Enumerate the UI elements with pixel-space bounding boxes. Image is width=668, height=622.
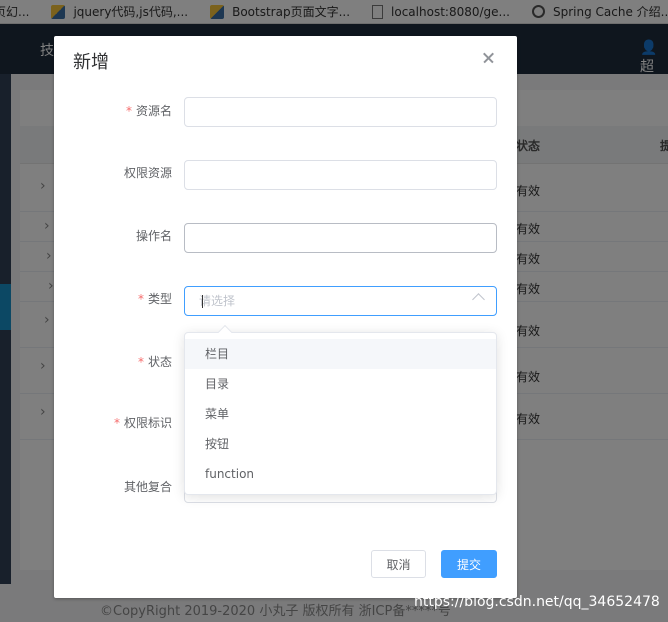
dropdown-option[interactable]: 按钮 xyxy=(185,429,496,459)
close-icon[interactable] xyxy=(479,48,499,68)
watermark-text: https://blog.csdn.net/qq_34652478 xyxy=(414,594,660,610)
dialog-title: 新增 xyxy=(73,52,109,73)
submit-button[interactable]: 提交 xyxy=(441,550,497,578)
required-star: * xyxy=(113,416,120,430)
status-label: * 状态 xyxy=(137,355,172,369)
resource-name-input[interactable] xyxy=(184,97,497,127)
resource-name-label: * 资源名 xyxy=(125,104,172,118)
type-label: * 类型 xyxy=(137,292,172,306)
dropdown-option[interactable]: 目录 xyxy=(185,369,496,399)
dropdown-option[interactable]: 栏目 xyxy=(185,339,496,369)
type-dropdown: 栏目 目录 菜单 按钮 function xyxy=(184,332,497,495)
permission-identifier-label: * 权限标识 xyxy=(113,416,172,430)
cancel-button[interactable]: 取消 xyxy=(371,550,426,578)
dropdown-option[interactable]: function xyxy=(185,459,496,489)
type-select[interactable] xyxy=(184,286,497,316)
required-star: * xyxy=(137,355,144,369)
text-caret xyxy=(202,295,203,308)
other-composite-label: 其他复合 xyxy=(123,480,172,494)
required-star: * xyxy=(137,292,144,306)
permission-resource-label: 权限资源 xyxy=(123,166,172,180)
dropdown-option[interactable]: 菜单 xyxy=(185,399,496,429)
operation-name-input[interactable] xyxy=(184,223,497,253)
required-star: * xyxy=(125,104,132,118)
operation-name-label: 操作名 xyxy=(135,229,172,243)
add-dialog: 新增 *资源名 权限资源 操作名 *类型 *状态 *权限标识 其他复合 取消 提… xyxy=(54,36,517,598)
permission-resource-input[interactable] xyxy=(184,160,497,190)
